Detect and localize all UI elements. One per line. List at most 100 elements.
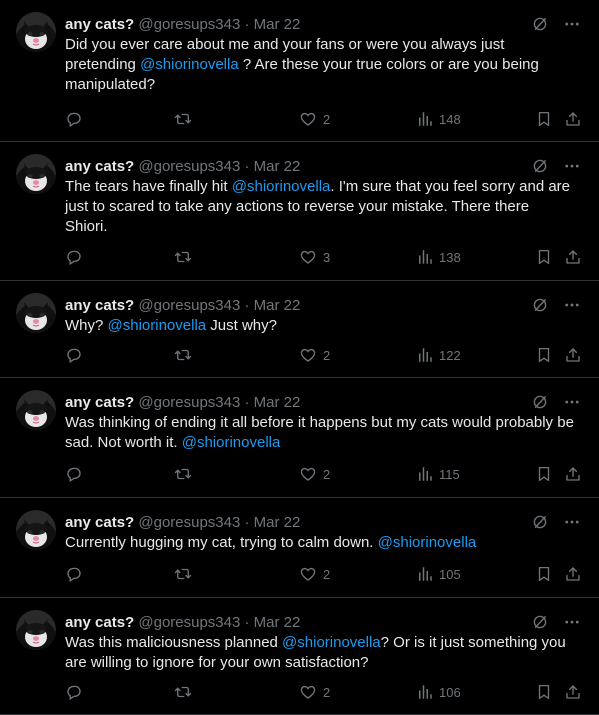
share-button[interactable]: [564, 565, 582, 583]
views-button[interactable]: 122: [417, 346, 461, 364]
user-handle[interactable]: @goresups343: [134, 158, 244, 175]
retweet-button[interactable]: [174, 110, 192, 128]
reply-icon: [65, 110, 83, 128]
tweet-header: any cats? @goresups343 · Mar 22: [65, 296, 300, 316]
reply-button[interactable]: [65, 565, 83, 583]
tweet-date[interactable]: Mar 22: [254, 614, 301, 631]
user-handle[interactable]: @goresups343: [134, 16, 244, 33]
tweet[interactable]: any cats? @goresups343 · Mar 22 Was think…: [0, 378, 599, 498]
view-count: 105: [439, 566, 461, 582]
like-button[interactable]: 2: [299, 346, 330, 364]
mention-link[interactable]: @shiorinovella: [378, 534, 477, 551]
views-icon: [417, 248, 433, 266]
tweet-date[interactable]: Mar 22: [254, 394, 301, 411]
display-name[interactable]: any cats?: [65, 297, 134, 314]
reply-button[interactable]: [65, 683, 83, 701]
avatar[interactable]: [16, 510, 56, 550]
like-count: 2: [323, 347, 331, 363]
reply-button[interactable]: [65, 248, 83, 266]
share-button[interactable]: [564, 465, 582, 483]
views-button[interactable]: 105: [417, 565, 461, 583]
like-count: 2: [323, 684, 331, 700]
user-handle[interactable]: @goresups343: [134, 297, 244, 314]
share-button[interactable]: [564, 110, 582, 128]
tweet-header: any cats? @goresups343 · Mar 22: [65, 513, 300, 533]
tweet-actions: 3 138: [65, 248, 583, 268]
tweet-date[interactable]: Mar 22: [254, 297, 301, 314]
tweet-date[interactable]: Mar 22: [254, 514, 301, 531]
like-button[interactable]: 2: [299, 565, 330, 583]
views-button[interactable]: 138: [417, 248, 461, 266]
user-handle[interactable]: @goresups343: [134, 394, 244, 411]
separator-dot: ·: [244, 514, 254, 531]
tweet[interactable]: any cats? @goresups343 · Mar 22 Was this …: [0, 598, 599, 715]
tweet[interactable]: any cats? @goresups343 · Mar 22 Why? @shi…: [0, 281, 599, 378]
retweet-button[interactable]: [174, 248, 192, 266]
reply-button[interactable]: [65, 465, 83, 483]
tweet-date[interactable]: Mar 22: [254, 16, 301, 33]
like-count: 2: [323, 466, 331, 482]
view-count: 106: [439, 684, 461, 700]
share-button[interactable]: [564, 683, 582, 701]
tweet-text: Why? @shiorinovella Just why?: [65, 316, 575, 336]
bookmark-icon: [535, 110, 553, 128]
user-handle[interactable]: @goresups343: [134, 514, 244, 531]
mention-link[interactable]: @shiorinovella: [282, 634, 381, 651]
share-button[interactable]: [564, 248, 582, 266]
like-button[interactable]: 2: [299, 683, 330, 701]
reply-icon: [65, 465, 83, 483]
display-name[interactable]: any cats?: [65, 394, 134, 411]
mention-link[interactable]: @shiorinovella: [182, 434, 281, 451]
views-button[interactable]: 115: [417, 465, 460, 483]
bookmark-button[interactable]: [535, 248, 553, 266]
tweet-feed: any cats? @goresups343 · Mar 22 Did you e…: [0, 0, 599, 715]
retweet-button[interactable]: [174, 465, 192, 483]
bookmark-button[interactable]: [535, 110, 553, 128]
like-button[interactable]: 2: [299, 465, 330, 483]
separator-dot: ·: [244, 16, 254, 33]
tweet-date[interactable]: Mar 22: [254, 158, 301, 175]
avatar[interactable]: [16, 293, 56, 333]
like-button[interactable]: 2: [299, 110, 330, 128]
share-icon: [564, 346, 582, 364]
avatar[interactable]: [16, 390, 56, 430]
reply-button[interactable]: [65, 110, 83, 128]
mention-link[interactable]: @shiorinovella: [108, 317, 207, 334]
avatar[interactable]: [16, 154, 56, 194]
bookmark-button[interactable]: [535, 465, 553, 483]
views-icon: [417, 346, 433, 364]
like-button[interactable]: 3: [299, 248, 330, 266]
mention-link[interactable]: @shiorinovella: [232, 178, 331, 195]
tweet-actions: 2 122: [65, 346, 583, 366]
avatar[interactable]: [16, 12, 56, 52]
display-name[interactable]: any cats?: [65, 158, 134, 175]
tweet[interactable]: any cats? @goresups343 · Mar 22 Did you e…: [0, 0, 599, 142]
tweet-text: Was thinking of ending it all before it …: [65, 413, 575, 453]
mention-link[interactable]: @shiorinovella: [140, 56, 239, 73]
tweet-text-segment: Was thinking of ending it all before it …: [65, 414, 574, 451]
tweet-header: any cats? @goresups343 · Mar 22: [65, 393, 300, 413]
retweet-button[interactable]: [174, 346, 192, 364]
retweet-icon: [174, 110, 192, 128]
reply-icon: [65, 248, 83, 266]
display-name[interactable]: any cats?: [65, 16, 134, 33]
retweet-icon: [174, 465, 192, 483]
share-button[interactable]: [564, 346, 582, 364]
user-handle[interactable]: @goresups343: [134, 614, 244, 631]
share-icon: [564, 565, 582, 583]
bookmark-button[interactable]: [535, 346, 553, 364]
bookmark-button[interactable]: [535, 683, 553, 701]
tweet-actions: 2 105: [65, 565, 583, 585]
avatar[interactable]: [16, 610, 56, 650]
bookmark-icon: [535, 565, 553, 583]
views-button[interactable]: 148: [417, 110, 461, 128]
display-name[interactable]: any cats?: [65, 514, 134, 531]
views-button[interactable]: 106: [417, 683, 461, 701]
display-name[interactable]: any cats?: [65, 614, 134, 631]
retweet-button[interactable]: [174, 683, 192, 701]
reply-button[interactable]: [65, 346, 83, 364]
tweet[interactable]: any cats? @goresups343 · Mar 22 Currently…: [0, 498, 599, 598]
retweet-button[interactable]: [174, 565, 192, 583]
bookmark-button[interactable]: [535, 565, 553, 583]
tweet[interactable]: any cats? @goresups343 · Mar 22 The tears…: [0, 142, 599, 281]
